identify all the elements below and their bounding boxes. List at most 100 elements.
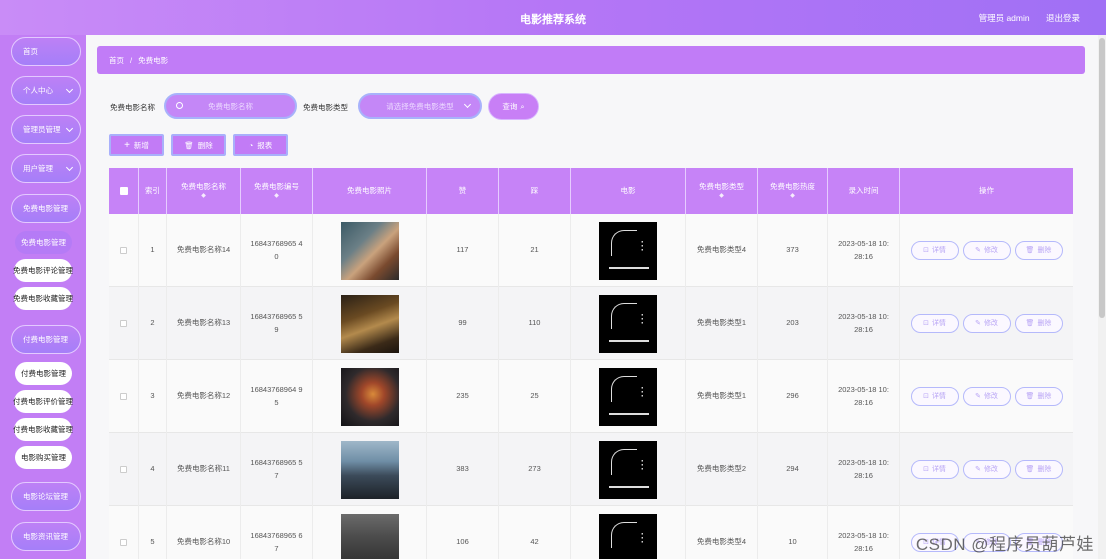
row-select[interactable]: [109, 506, 139, 559]
cell-heat: 203: [758, 287, 828, 360]
more-options-icon[interactable]: · · ·: [641, 383, 644, 400]
cell-heat: 10: [758, 506, 828, 559]
cell-name: 免费电影名称14: [167, 214, 241, 287]
header-select-all[interactable]: [109, 168, 139, 214]
video-player[interactable]: · · ·: [599, 367, 657, 426]
detail-button[interactable]: ⊡ 详情: [910, 460, 959, 479]
sidebar-item-home[interactable]: 首页: [11, 37, 81, 66]
col-time[interactable]: 录入时间: [828, 168, 900, 214]
more-options-icon[interactable]: · · ·: [641, 529, 644, 546]
sidebar-item-free-movies[interactable]: 免费电影管理: [11, 194, 81, 223]
chevron-down-icon: [65, 124, 74, 133]
detail-button[interactable]: ⊡ 详情: [910, 314, 959, 333]
cell-actions: ⊡ 详情 ✎ 修改 🗑 删除: [900, 433, 1073, 506]
delete-row-button[interactable]: 🗑 删除: [1014, 314, 1063, 333]
detail-button[interactable]: ⊡ 详情: [910, 241, 959, 260]
col-name[interactable]: 免费电影名称 ◆: [167, 168, 241, 214]
video-player[interactable]: · · ·: [599, 513, 657, 559]
movie-poster-image[interactable]: [340, 440, 399, 499]
table-row[interactable]: 3 免费电影名称12 16843768964 95 235 25 · · · 免费电…: [109, 360, 1073, 433]
edit-button[interactable]: ✎ 修改: [962, 460, 1011, 479]
video-progress-bar[interactable]: [609, 266, 649, 269]
edit-icon: ✎: [975, 319, 981, 327]
report-button[interactable]: ◔ 报表: [233, 134, 288, 156]
more-options-icon[interactable]: · · ·: [641, 237, 644, 254]
trash-icon: 🗑: [184, 140, 194, 150]
sidebar-sub-paid-reviews[interactable]: 付费电影评价管理: [13, 390, 73, 413]
cell-likes: 235: [427, 360, 499, 433]
movie-poster-image[interactable]: [340, 294, 399, 353]
movie-poster-image[interactable]: [340, 367, 399, 426]
movie-poster-image[interactable]: [340, 513, 399, 559]
search-type-select[interactable]: 请选择免费电影类型: [358, 93, 482, 119]
checkbox[interactable]: [120, 393, 127, 400]
col-index[interactable]: 索引: [139, 168, 167, 214]
delete-button[interactable]: 🗑 删除: [171, 134, 226, 156]
sidebar-item-users[interactable]: 用户管理: [11, 154, 81, 183]
sort-icon: ◆: [790, 193, 795, 200]
sidebar-item-paid-movies[interactable]: 付费电影管理: [11, 325, 81, 354]
breadcrumb: 首页 / 免费电影: [97, 46, 1085, 74]
checkbox[interactable]: [120, 539, 127, 546]
edit-button[interactable]: ✎ 修改: [962, 314, 1011, 333]
delete-row-button[interactable]: 🗑 删除: [1014, 460, 1063, 479]
video-player[interactable]: · · ·: [599, 440, 657, 499]
detail-icon: ⊡: [923, 465, 929, 473]
col-likes[interactable]: 赞: [427, 168, 499, 214]
breadcrumb-separator: /: [130, 55, 133, 65]
video-player[interactable]: · · ·: [599, 294, 657, 353]
cell-photo: [313, 287, 427, 360]
edit-button[interactable]: ✎ 修改: [962, 241, 1011, 260]
detail-button[interactable]: ⊡ 详情: [910, 387, 959, 406]
video-loading-icon: [611, 229, 637, 256]
sidebar-item-personal[interactable]: 个人中心: [11, 76, 81, 105]
video-player[interactable]: · · ·: [599, 221, 657, 280]
scrollbar-thumb[interactable]: [1099, 38, 1105, 318]
checkbox[interactable]: [119, 187, 128, 195]
edit-icon: ✎: [975, 392, 981, 400]
sidebar-sub-paid-movie[interactable]: 付费电影管理: [15, 362, 72, 385]
row-select[interactable]: [109, 214, 139, 287]
sidebar-sub-free-comments[interactable]: 免费电影评论管理: [13, 259, 73, 282]
col-code[interactable]: 免费电影编号 ◆: [241, 168, 313, 214]
row-select[interactable]: [109, 287, 139, 360]
delete-row-button[interactable]: 🗑 删除: [1014, 387, 1063, 406]
checkbox[interactable]: [120, 247, 127, 254]
table-row[interactable]: 4 免费电影名称11 16843768965 57 383 273 · · · 免费…: [109, 433, 1073, 506]
col-heat[interactable]: 免费电影热度 ◆: [758, 168, 828, 214]
col-video[interactable]: 电影: [571, 168, 686, 214]
search-name-input[interactable]: 免费电影名称: [164, 93, 297, 119]
sidebar-sub-free-favorites[interactable]: 免费电影收藏管理: [13, 287, 73, 310]
add-button[interactable]: + 新增: [109, 134, 164, 156]
sidebar-sub-purchases[interactable]: 电影购买管理: [15, 446, 72, 469]
video-progress-bar[interactable]: [609, 339, 649, 342]
delete-row-button[interactable]: 🗑 删除: [1014, 241, 1063, 260]
checkbox[interactable]: [120, 320, 127, 327]
table-row[interactable]: 1 免费电影名称14 16843768965 40 117 21 · · · 免费电…: [109, 214, 1073, 287]
cell-type: 免费电影类型1: [686, 287, 758, 360]
edit-button[interactable]: ✎ 修改: [962, 387, 1011, 406]
sidebar-sub-free-movie[interactable]: 免费电影管理: [15, 231, 72, 254]
col-dislikes[interactable]: 踩: [499, 168, 571, 214]
sidebar-item-news[interactable]: 电影资讯管理: [11, 522, 81, 551]
col-photo[interactable]: 免费电影照片: [313, 168, 427, 214]
table-row[interactable]: 2 免费电影名称13 16843768965 59 99 110 · · · 免费电…: [109, 287, 1073, 360]
col-type[interactable]: 免费电影类型 ◆: [686, 168, 758, 214]
video-progress-bar[interactable]: [609, 412, 649, 415]
row-select[interactable]: [109, 433, 139, 506]
cell-video: · · ·: [571, 287, 686, 360]
checkbox[interactable]: [120, 466, 127, 473]
more-options-icon[interactable]: · · ·: [641, 456, 644, 473]
sort-icon: ◆: [201, 193, 206, 200]
sidebar-item-admin[interactable]: 管理员管理: [11, 115, 81, 144]
cell-time: 2023-05-18 10: 28:16: [828, 214, 900, 287]
breadcrumb-home[interactable]: 首页: [109, 55, 124, 66]
sidebar-sub-paid-favorites[interactable]: 付费电影收藏管理: [13, 418, 73, 441]
movie-poster-image[interactable]: [340, 221, 399, 280]
row-select[interactable]: [109, 360, 139, 433]
more-options-icon[interactable]: · · ·: [641, 310, 644, 327]
video-progress-bar[interactable]: [609, 485, 649, 488]
sidebar-item-forum[interactable]: 电影论坛管理: [11, 482, 81, 511]
logout-link[interactable]: 退出登录: [1046, 13, 1080, 23]
query-button[interactable]: 查询 ⌕: [488, 93, 539, 120]
